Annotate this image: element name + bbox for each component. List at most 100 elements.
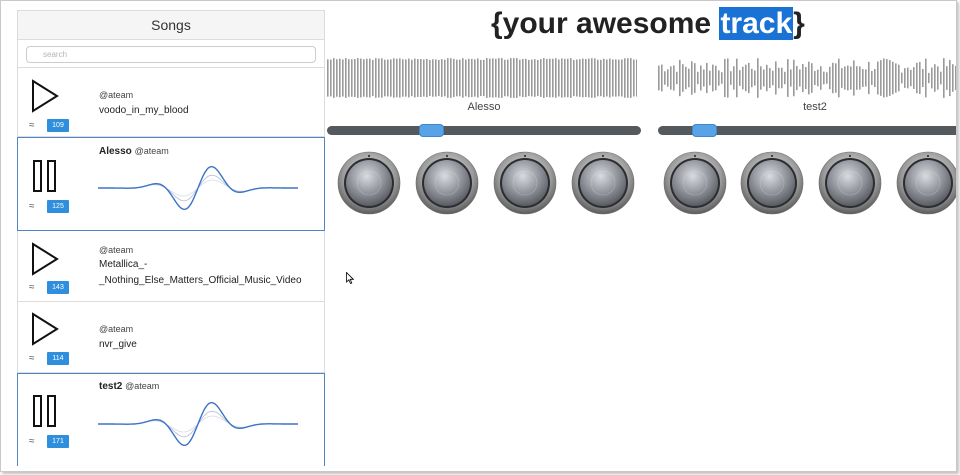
waveform-bar: [606, 59, 608, 97]
waveform-bar: [429, 59, 431, 97]
waveform-bar: [330, 59, 332, 97]
play-icon[interactable]: [30, 311, 60, 347]
song-item[interactable]: ≈ 143 @ateam Metallica_- _Nothing_Else_M…: [17, 231, 325, 302]
waveform-bar: [519, 59, 521, 97]
waveform-bar: [513, 58, 515, 98]
waveform-bar: [573, 59, 575, 97]
waveform-bar: [603, 58, 605, 98]
waveform-bar: [534, 59, 536, 97]
waveform-bar: [886, 59, 888, 97]
waveform-bar: [423, 59, 425, 97]
waveform-bar: [745, 64, 747, 92]
deck-slider-track[interactable]: [327, 126, 641, 135]
waveform-bar: [510, 58, 512, 98]
waveform-bar: [703, 69, 705, 87]
knob-icon[interactable]: [571, 151, 635, 215]
waveform-bar: [796, 65, 798, 91]
deck-slider-thumb[interactable]: [692, 124, 717, 137]
pause-icon[interactable]: [30, 158, 60, 194]
waveform-bar: [751, 68, 753, 88]
waveform-bar: [877, 61, 879, 95]
waveform-bar: [724, 58, 726, 98]
waveform-bar: [501, 58, 503, 98]
waveform-bar: [748, 62, 750, 94]
deck-slider-thumb[interactable]: [419, 124, 444, 137]
waveform-bar: [387, 59, 389, 97]
waveform-bar: [525, 58, 527, 98]
waveform-bar: [763, 69, 765, 87]
songs-sidebar: Songs ≈ 109 @ateam voodo_in_my_blood ≈ 1…: [17, 10, 325, 466]
waveform-bar: [784, 71, 786, 85]
search-input[interactable]: [26, 46, 316, 63]
waveform-bar: [823, 71, 825, 85]
waveform-bar: [925, 58, 927, 98]
play-icon[interactable]: [30, 78, 60, 114]
song-user: @ateam: [125, 381, 160, 391]
deck-track-name: Alesso: [467, 101, 501, 113]
waveform-bar: [369, 58, 371, 98]
waveform-bar: [880, 60, 882, 96]
waveform-bar: [342, 59, 344, 97]
knob-icon[interactable]: [337, 151, 401, 215]
waveform-bar: [670, 66, 672, 90]
song-item[interactable]: ≈ 109 @ateam voodo_in_my_blood: [17, 67, 325, 137]
waveform-bar: [375, 58, 377, 98]
waveform-bar: [636, 59, 637, 97]
song-title: Alesso @ateam: [99, 146, 169, 157]
waveform-bar: [712, 64, 714, 92]
pause-icon[interactable]: [30, 393, 60, 429]
song-item[interactable]: ≈ 171 test2 @ateam: [17, 373, 325, 466]
knob-icon[interactable]: [493, 151, 557, 215]
waveform-bar: [459, 59, 461, 97]
waveform-bar: [516, 58, 518, 98]
knob-icon[interactable]: [818, 151, 882, 215]
waveform-bar: [384, 59, 386, 97]
waveform-bar: [778, 67, 780, 89]
waveform-bar: [910, 69, 912, 87]
waveform-bar: [664, 71, 666, 85]
waveform-icon: ≈: [29, 436, 35, 447]
waveform-bar: [543, 58, 545, 98]
waveform-bar: [808, 61, 810, 95]
song-user: @ateam: [134, 146, 169, 156]
song-user: @ateam: [99, 245, 134, 255]
waveform-bar: [558, 59, 560, 97]
waveform-bar: [390, 59, 392, 97]
waveform-bar: [919, 61, 921, 95]
waveform-bar: [766, 64, 768, 92]
waveform-bar: [889, 60, 891, 96]
waveform-bar: [856, 66, 858, 90]
deck-track-name: test2: [803, 101, 827, 113]
song-title-line1: Metallica_-: [99, 259, 148, 270]
play-icon[interactable]: [30, 241, 60, 277]
waveform-bar: [739, 70, 741, 86]
waveform-bar: [793, 59, 795, 97]
waveform-bar: [934, 64, 936, 92]
waveform-bar: [507, 59, 509, 97]
knob-icon[interactable]: [740, 151, 804, 215]
waveform-bar: [667, 69, 669, 87]
waveform-bar: [354, 59, 356, 97]
waveform-bar: [594, 58, 596, 98]
waveform-bar: [949, 59, 951, 97]
waveform-bar: [522, 59, 524, 97]
waveform-bar: [754, 70, 756, 86]
knob-icon[interactable]: [415, 151, 479, 215]
waveform-bar: [633, 59, 635, 97]
song-item[interactable]: ≈ 125 Alesso @ateam: [17, 137, 325, 231]
waveform-bar: [360, 58, 362, 98]
waveform-bar: [694, 63, 696, 93]
bpm-badge: 109: [47, 119, 69, 132]
mouse-cursor-icon: [346, 272, 354, 284]
waveform-bar: [564, 58, 566, 98]
bpm-badge: 114: [47, 352, 69, 365]
waveform-bar: [453, 58, 455, 98]
knob-icon[interactable]: [896, 151, 957, 215]
waveform-bar: [931, 67, 933, 89]
waveform-bar: [658, 65, 660, 91]
waveform-bar: [928, 72, 930, 84]
waveform-bar: [462, 58, 464, 98]
deck-waveform: [327, 58, 637, 98]
song-item[interactable]: ≈ 114 @ateam nvr_give: [17, 302, 325, 373]
knob-icon[interactable]: [663, 151, 727, 215]
